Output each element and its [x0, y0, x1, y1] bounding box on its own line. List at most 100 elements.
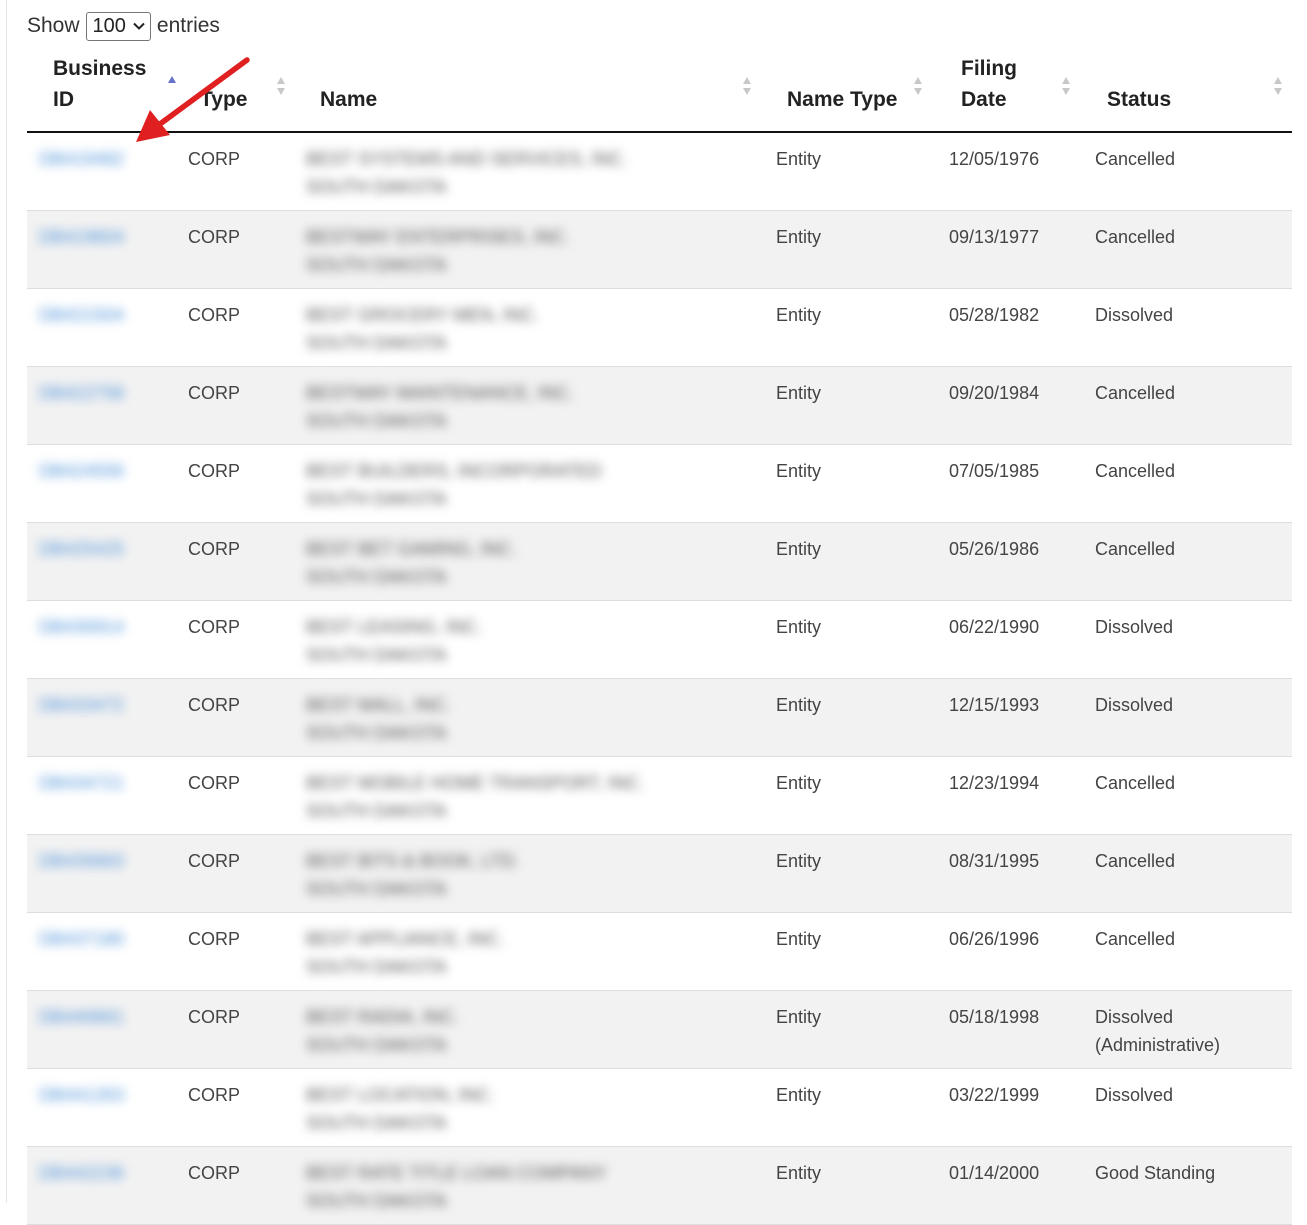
business-id-link-text[interactable]: DB419482: [39, 145, 124, 173]
status-text: Dissolved (Administrative): [1095, 1006, 1221, 1055]
page-left-rule: [6, 0, 7, 1203]
name-type-text: Entity: [776, 149, 822, 169]
cell-business-name: BEST MALL, INC. SOUTH DAKOTA: [296, 678, 763, 757]
cell-business-name: BEST BET GAMING, INC. SOUTH DAKOTA: [296, 522, 763, 601]
business-id-link-text[interactable]: DB425425: [39, 535, 124, 563]
business-id-link-text[interactable]: DB435663: [39, 847, 124, 875]
cell-business-id-link: DB440661: [27, 990, 188, 1069]
cell-entity-type: CORP: [188, 1068, 296, 1147]
business-id-link-text[interactable]: DB422758: [39, 379, 124, 407]
table-row: DB442236 CORP BEST RATE TITLE LOAN COMPANY…: [27, 1146, 1292, 1225]
cell-filing-date: 03/22/1999: [937, 1068, 1083, 1147]
status-text: Dissolved: [1095, 1084, 1174, 1105]
business-state-text: SOUTH DAKOTA: [306, 878, 447, 899]
column-header-status[interactable]: Status: [1083, 52, 1292, 133]
status-text: Cancelled: [1095, 772, 1176, 793]
table-row: DB440661 CORP BEST RADIA, INC. SOUTH DAKOTA…: [27, 990, 1292, 1069]
business-state-text: SOUTH DAKOTA: [306, 332, 447, 353]
cell-entity-type: CORP: [188, 1146, 296, 1225]
business-name-text: BEST RADIA, INC.: [306, 1006, 459, 1027]
business-id-link-text[interactable]: DB424556: [39, 457, 124, 485]
business-state-text: SOUTH DAKOTA: [306, 566, 447, 587]
cell-business-name: BEST BITS & BOOK, LTD. SOUTH DAKOTA: [296, 834, 763, 913]
cell-business-id-link: DB433472: [27, 678, 188, 757]
entity-type-text: CORP: [188, 538, 241, 559]
name-type-text: Entity: [776, 538, 822, 559]
filing-date-text: 12/15/1993: [949, 694, 1040, 715]
cell-filing-date: 05/18/1998: [937, 990, 1083, 1069]
cell-business-name: BEST MOBILE HOME TRANSPORT, INC. SOUTH DA…: [296, 756, 763, 835]
cell-status: Cancelled: [1083, 132, 1292, 211]
entries-per-page-select[interactable]: 100: [85, 11, 151, 41]
business-name-text: BEST BET GAMING, INC.: [306, 538, 517, 559]
business-id-link-text[interactable]: DB440661: [39, 1003, 124, 1031]
business-id-link-text[interactable]: DB441263: [39, 1081, 124, 1109]
business-id-link-text[interactable]: DB434721: [39, 769, 124, 797]
cell-status: Cancelled: [1083, 834, 1292, 913]
name-type-text: Entity: [776, 1006, 822, 1027]
business-state-text: SOUTH DAKOTA: [306, 488, 447, 509]
cell-name-type: Entity: [763, 1068, 937, 1147]
cell-business-id-link: DB437180: [27, 912, 188, 991]
business-state-text: SOUTH DAKOTA: [306, 1112, 447, 1133]
status-text: Dissolved: [1095, 694, 1174, 715]
business-name-text: BEST SYSTEMS AND SERVICES, INC.: [306, 149, 628, 169]
filing-date-text: 08/31/1995: [949, 850, 1040, 871]
cell-business-name: BESTWAY ENTERPRISES, INC. SOUTH DAKOTA: [296, 210, 763, 289]
cell-name-type: Entity: [763, 990, 937, 1069]
business-state-text: SOUTH DAKOTA: [306, 177, 447, 197]
cell-entity-type: CORP: [188, 834, 296, 913]
cell-name-type: Entity: [763, 210, 937, 289]
column-header-type[interactable]: Type: [188, 52, 296, 133]
cell-status: Dissolved: [1083, 1068, 1292, 1147]
column-header-name-type[interactable]: Name Type: [763, 52, 937, 133]
status-text: Cancelled: [1095, 382, 1176, 403]
cell-business-name: BEST GROCERY MEN, INC. SOUTH DAKOTA: [296, 288, 763, 367]
name-type-text: Entity: [776, 226, 822, 247]
cell-entity-type: CORP: [188, 132, 296, 211]
cell-filing-date: 07/05/1985: [937, 444, 1083, 523]
table-row: DB424556 CORP BEST BUILDERS, INCORPORATED S…: [27, 444, 1292, 523]
business-id-link-text[interactable]: DB419604: [39, 223, 124, 251]
status-text: Dissolved: [1095, 616, 1174, 637]
cell-business-name: BEST RADIA, INC. SOUTH DAKOTA: [296, 990, 763, 1069]
business-id-link-text[interactable]: DB442236: [39, 1159, 124, 1187]
name-type-text: Entity: [776, 1162, 822, 1183]
cell-filing-date: 06/26/1996: [937, 912, 1083, 991]
name-type-text: Entity: [776, 850, 822, 871]
cell-filing-date: 01/14/2000: [937, 1146, 1083, 1225]
filing-date-text: 06/26/1996: [949, 928, 1040, 949]
status-text: Cancelled: [1095, 928, 1176, 949]
business-id-link-text[interactable]: DB433472: [39, 691, 124, 719]
cell-status: Cancelled: [1083, 444, 1292, 523]
sort-both-icon: [914, 77, 922, 95]
table-body: DB419482 CORP BEST SYSTEMS AND SERVICES, I…: [27, 132, 1292, 1225]
business-id-link-text[interactable]: DB437180: [39, 925, 124, 953]
cell-filing-date: 05/28/1982: [937, 288, 1083, 367]
business-id-link-text[interactable]: DB430914: [39, 613, 124, 641]
business-id-link-text[interactable]: DB421504: [39, 301, 124, 329]
table-row: DB434721 CORP BEST MOBILE HOME TRANSPORT, …: [27, 756, 1292, 835]
business-name-text: BEST GROCERY MEN, INC.: [306, 304, 540, 325]
cell-name-type: Entity: [763, 912, 937, 991]
cell-status: Cancelled: [1083, 522, 1292, 601]
business-name-text: BEST RATE TITLE LOAN COMPANY: [306, 1162, 607, 1183]
business-state-text: SOUTH DAKOTA: [306, 254, 447, 275]
table-header-row: Business ID Type Name Name Type Filing D…: [27, 52, 1292, 133]
status-text: Cancelled: [1095, 850, 1176, 871]
cell-entity-type: CORP: [188, 678, 296, 757]
status-text: Cancelled: [1095, 460, 1176, 481]
results-table: Business ID Type Name Name Type Filing D…: [27, 52, 1292, 1225]
sort-both-icon: [743, 77, 751, 95]
business-state-text: SOUTH DAKOTA: [306, 800, 447, 821]
cell-filing-date: 12/23/1994: [937, 756, 1083, 835]
chevron-down-icon: [133, 22, 145, 30]
filing-date-text: 09/13/1977: [949, 226, 1040, 247]
column-header-filing-date[interactable]: Filing Date: [937, 52, 1083, 133]
column-header-business-id[interactable]: Business ID: [27, 52, 188, 133]
column-header-name[interactable]: Name: [296, 52, 763, 133]
cell-name-type: Entity: [763, 1146, 937, 1225]
cell-filing-date: 09/20/1984: [937, 366, 1083, 445]
table-row: DB433472 CORP BEST MALL, INC. SOUTH DAKOTA E…: [27, 678, 1292, 757]
cell-filing-date: 05/26/1986: [937, 522, 1083, 601]
